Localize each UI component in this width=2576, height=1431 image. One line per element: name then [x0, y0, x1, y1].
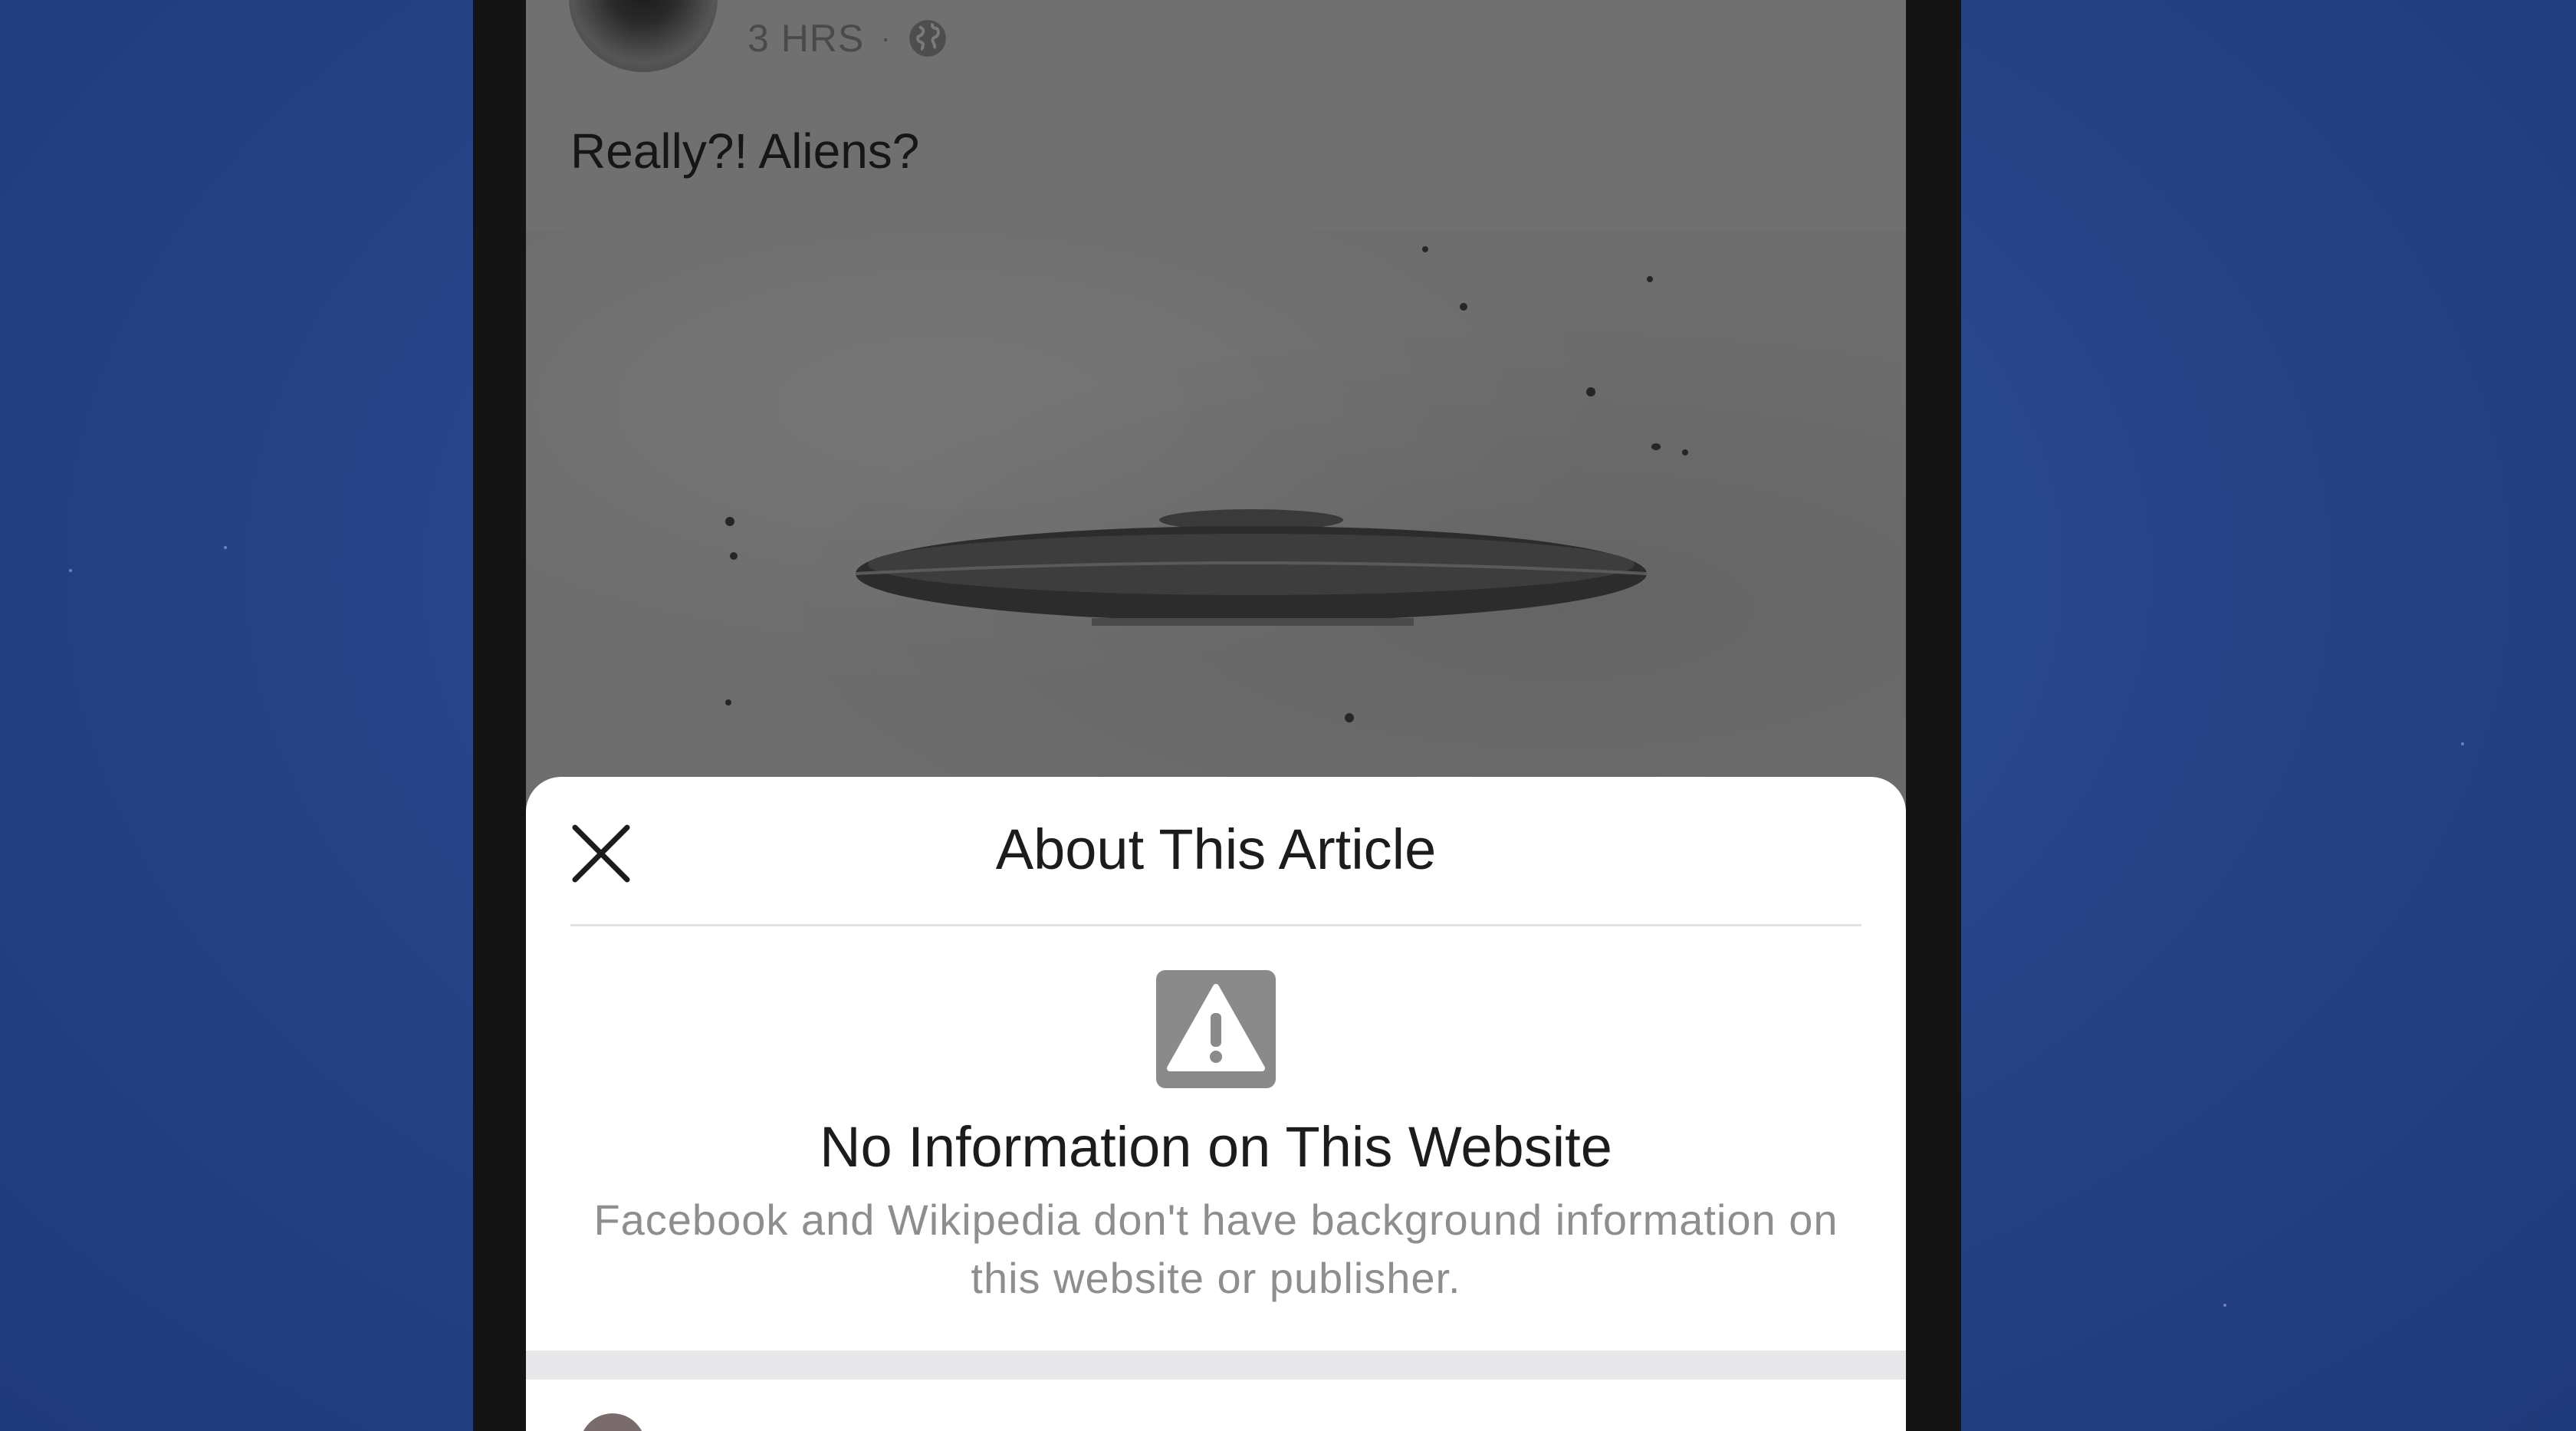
- meta-separator: ·: [881, 22, 892, 54]
- avatar[interactable]: [569, 0, 718, 72]
- debris-speck: [1682, 449, 1688, 456]
- post-meta: 3 HRS ·: [748, 15, 948, 61]
- debris-speck: [725, 699, 731, 706]
- debris-speck: [1586, 387, 1595, 396]
- about-article-sheet: About This Article No Information on Thi…: [526, 777, 1906, 1431]
- warning-icon: [1156, 970, 1276, 1088]
- debris-speck: [730, 552, 738, 560]
- debris-speck: [725, 517, 734, 526]
- post-timestamp: 3 HRS: [748, 17, 865, 60]
- backdrop-speck: [69, 569, 72, 572]
- debris-speck: [1651, 443, 1661, 450]
- globe-icon: [909, 20, 947, 57]
- backdrop-speck: [224, 546, 227, 549]
- post-image[interactable]: [526, 230, 1906, 813]
- backdrop-speck: [2461, 742, 2464, 745]
- sheet-title: About This Article: [995, 817, 1437, 881]
- info-heading: No Information on This Website: [820, 1115, 1612, 1179]
- debris-speck: [1345, 713, 1354, 722]
- post-header: 3 HRS · Really?! Aliens?: [526, 0, 1906, 230]
- next-item-avatar: [580, 1413, 646, 1431]
- header-divider: [570, 924, 1861, 926]
- post-text: Really?! Aliens?: [570, 123, 920, 179]
- backdrop-speck: [2223, 1304, 2226, 1307]
- phone-screen: 3 HRS · Really?! Aliens? About This Arti…: [526, 0, 1906, 1431]
- debris-speck: [1460, 303, 1467, 311]
- debris-speck: [1422, 246, 1428, 252]
- sheet-header: About This Article: [526, 777, 1906, 926]
- info-body: Facebook and Wikipedia don't have backgr…: [593, 1196, 1838, 1302]
- debris-speck: [1647, 276, 1653, 282]
- section-separator: [526, 1350, 1906, 1380]
